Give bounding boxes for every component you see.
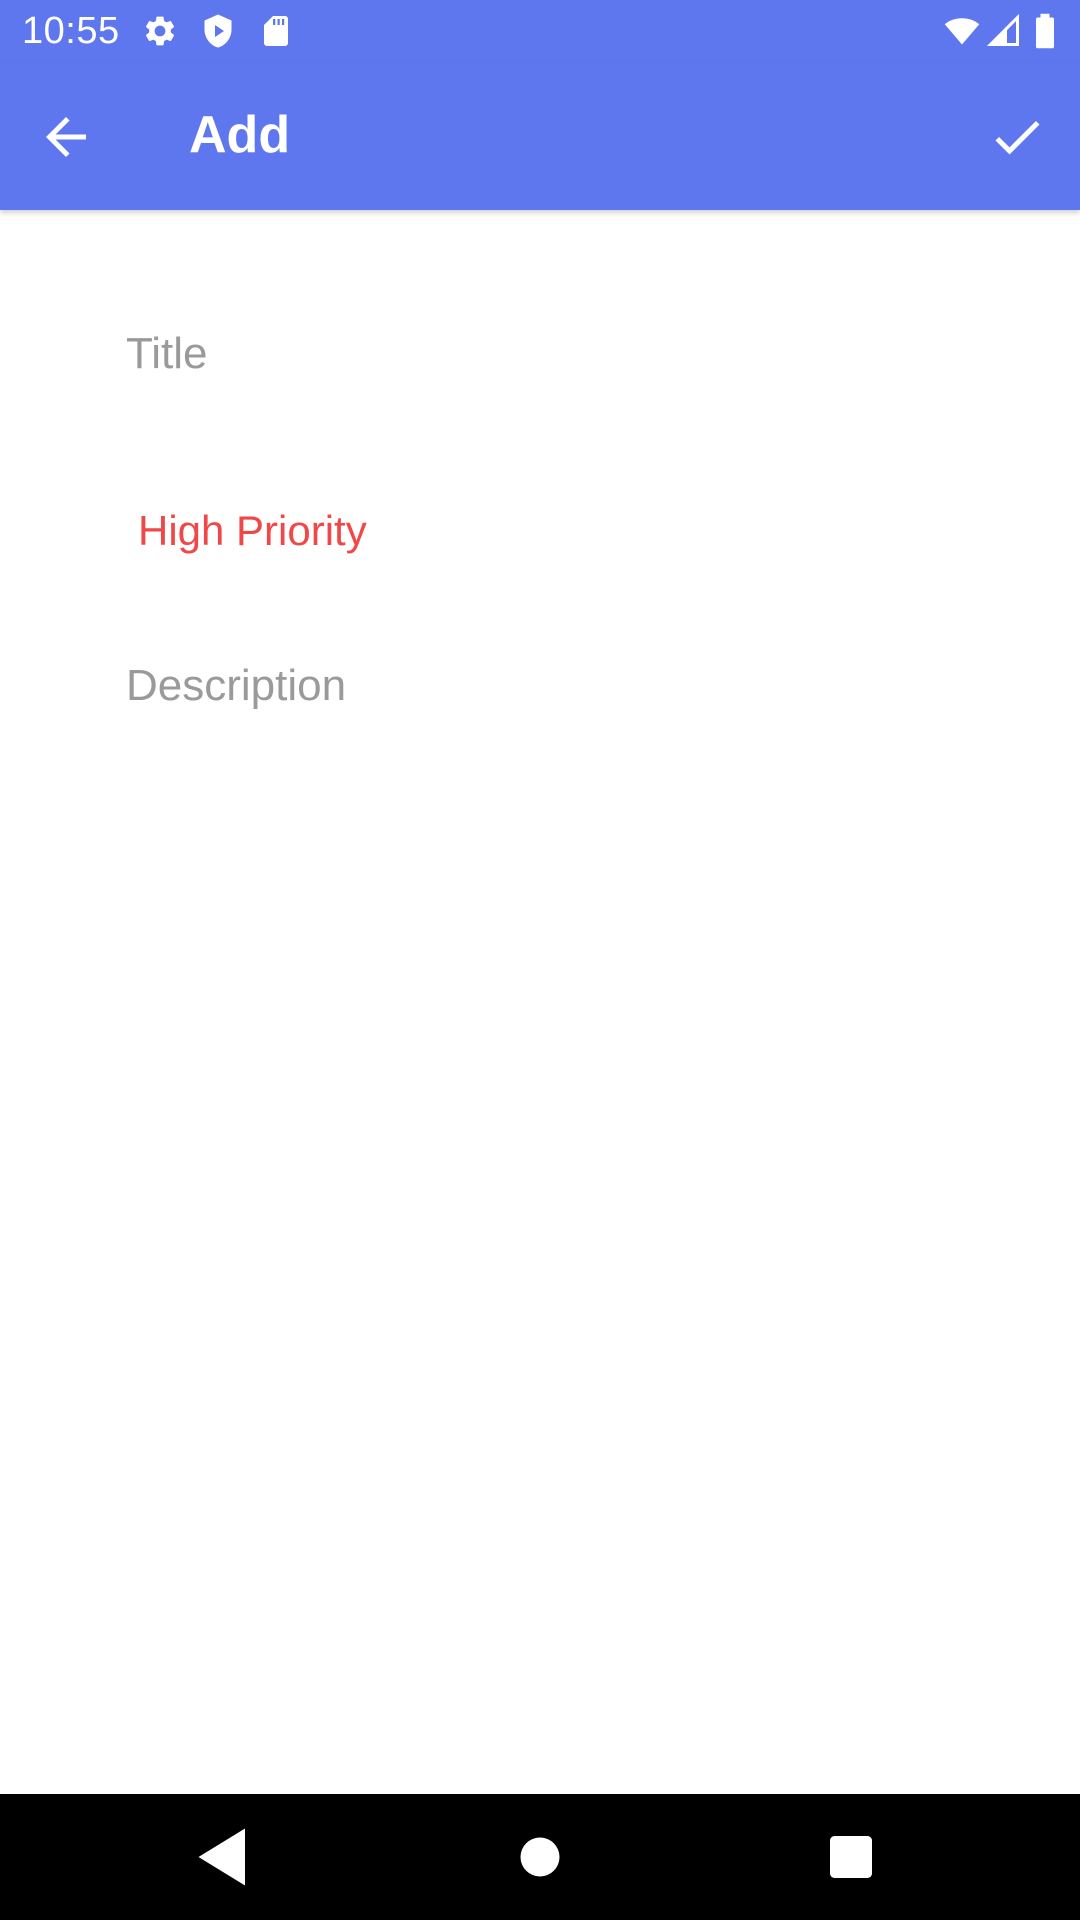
system-nav-bar xyxy=(0,1794,1080,1920)
status-time: 10:55 xyxy=(22,10,120,52)
title-input[interactable] xyxy=(126,324,1006,384)
checkmark-icon xyxy=(995,120,1040,155)
arrow-back-icon xyxy=(46,117,86,157)
nav-home-button[interactable] xyxy=(504,1821,576,1893)
home-circle-icon xyxy=(520,1837,560,1877)
save-button[interactable] xyxy=(987,107,1047,167)
wifi-icon xyxy=(944,13,980,49)
cell-signal-icon xyxy=(986,13,1022,49)
back-triangle-icon xyxy=(198,1828,245,1886)
description-input[interactable] xyxy=(126,656,1006,726)
back-button[interactable] xyxy=(36,107,96,167)
add-note-screen: 10:55 Add High Priority xyxy=(0,0,1080,1920)
priority-toggle[interactable]: High Priority xyxy=(138,502,367,560)
nav-back-button[interactable] xyxy=(188,1821,260,1893)
app-bar: Add xyxy=(0,63,1080,210)
gear-icon xyxy=(142,13,178,49)
battery-icon xyxy=(1030,13,1060,49)
status-bar: 10:55 xyxy=(0,0,1080,63)
sd-card-icon xyxy=(258,13,294,49)
recents-square-icon xyxy=(830,1836,872,1878)
nav-recents-button[interactable] xyxy=(815,1821,887,1893)
shield-play-icon xyxy=(200,13,236,49)
page-title: Add xyxy=(189,106,291,164)
